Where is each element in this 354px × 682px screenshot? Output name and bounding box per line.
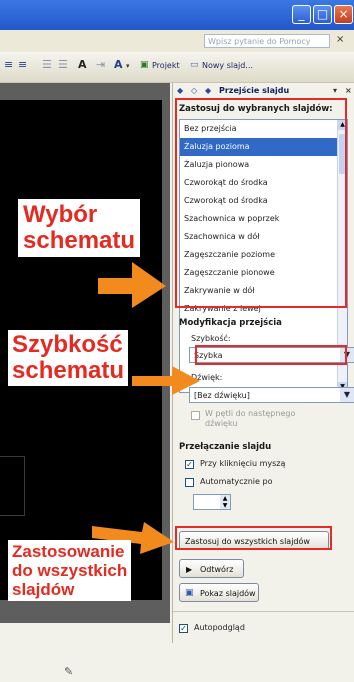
autopreview-label: Autopodgląd <box>194 623 245 632</box>
transition-list-highlight <box>175 98 347 308</box>
annotation-speed-line1: Szybkość <box>12 331 123 358</box>
autopreview-checkbox[interactable]: ✓ <box>179 624 188 633</box>
slide-placeholder-outline <box>0 456 25 516</box>
modify-transition-title: Modyfikacja przejścia <box>179 318 282 328</box>
annotation-scheme-line2: schematu <box>23 227 136 254</box>
help-bar: Wpisz pytanie do Pomocy × <box>0 30 354 52</box>
align-left-icon[interactable]: ≡ <box>4 58 13 71</box>
maximize-button[interactable]: □ <box>313 5 332 24</box>
annotation-scheme-line1: Wybór <box>23 201 98 228</box>
play-label: Odtwórz <box>200 565 234 574</box>
annotation-scheme: Wybór schematu <box>18 199 141 257</box>
loop-sound-label: W pętli do następnego dźwięku <box>205 409 296 428</box>
auto-advance-label: Automatycznie po <box>200 477 273 486</box>
pane-menu-icon[interactable]: ▾ <box>333 83 337 99</box>
play-button[interactable]: ▶ Odtwórz <box>179 559 244 578</box>
back-icon[interactable]: ◆ <box>177 83 183 99</box>
time-spinner-icon[interactable]: ▲ ▼ <box>220 495 230 509</box>
help-close-icon[interactable]: × <box>336 34 344 45</box>
play-icon: ▶ <box>186 565 193 574</box>
indent-icon[interactable]: ⇥ <box>96 58 105 71</box>
sound-select[interactable]: [Bez dźwięku] ▼ <box>189 387 354 403</box>
slideshow-button[interactable]: ▣ Pokaz slajdów <box>179 583 259 602</box>
annotation-apply-all: Zastosowanie do wszystkich slajdów <box>8 540 132 601</box>
scheme-arrow-icon <box>98 262 166 308</box>
advance-slide-title: Przełączanie slajdu <box>179 442 272 452</box>
align-right-icon[interactable]: ≡ <box>18 58 27 71</box>
project-button[interactable]: Projekt <box>152 61 180 70</box>
annotation-apply-all-line3: slajdów <box>12 580 75 599</box>
bullets-icon[interactable]: ☰ <box>58 58 68 71</box>
annotation-apply-all-line2: do wszystkich <box>12 561 128 580</box>
minimize-button[interactable]: _ <box>292 5 311 24</box>
new-slide-button[interactable]: Nowy slajd... <box>202 61 253 70</box>
close-button[interactable]: × <box>334 5 353 24</box>
speed-arrow-icon <box>132 366 200 395</box>
auto-advance-checkbox[interactable] <box>185 478 194 487</box>
design-icon: ▣ <box>140 60 149 70</box>
sound-value: [Bez dźwięku] <box>194 391 250 400</box>
pane-divider <box>173 611 354 612</box>
loop-sound-checkbox[interactable] <box>191 411 200 420</box>
pane-title: Przejście slajdu <box>219 86 290 95</box>
slideshow-icon: ▣ <box>185 588 194 598</box>
font-size-increase-icon[interactable]: A <box>78 58 87 71</box>
font-color-icon[interactable]: A <box>114 58 123 71</box>
window-title-bar: _ □ × <box>0 0 354 30</box>
annotation-speed: Szybkość schematu <box>8 330 129 386</box>
sound-dropdown-icon[interactable]: ▼ <box>340 388 354 402</box>
on-click-checkbox[interactable]: ✓ <box>185 460 194 469</box>
speed-label: Szybkość: <box>191 334 231 343</box>
numbering-icon[interactable]: ☰ <box>42 58 52 71</box>
annotation-speed-line2: schematu <box>12 357 125 384</box>
pane-header: ◆ ◇ ◆ Przejście slajdu ▾ × <box>173 83 354 99</box>
pane-close-icon[interactable]: × <box>345 83 352 99</box>
spelling-check-icon[interactable]: ✎ <box>64 665 73 678</box>
annotation-apply-all-line1: Zastosowanie <box>12 542 125 561</box>
auto-advance-time-input[interactable]: ▲ ▼ <box>193 494 231 510</box>
on-click-label: Przy kliknięciu myszą <box>200 459 286 468</box>
help-search-input[interactable]: Wpisz pytanie do Pomocy <box>204 34 330 48</box>
new-slide-icon: ▭ <box>190 60 199 70</box>
forward-icon[interactable]: ◇ <box>191 83 197 99</box>
home-icon[interactable]: ◆ <box>205 83 211 99</box>
apply-all-highlight <box>175 526 332 550</box>
speed-highlight <box>195 345 347 365</box>
font-color-dropdown-icon[interactable]: ▾ <box>126 62 130 70</box>
slideshow-label: Pokaz slajdów <box>200 589 256 598</box>
formatting-toolbar: ≡ ≡ ☰ ☰ A ⇥ A ▾ ▣ Projekt ▭ Nowy slajd..… <box>0 52 354 83</box>
status-area: ✎ <box>0 643 354 682</box>
